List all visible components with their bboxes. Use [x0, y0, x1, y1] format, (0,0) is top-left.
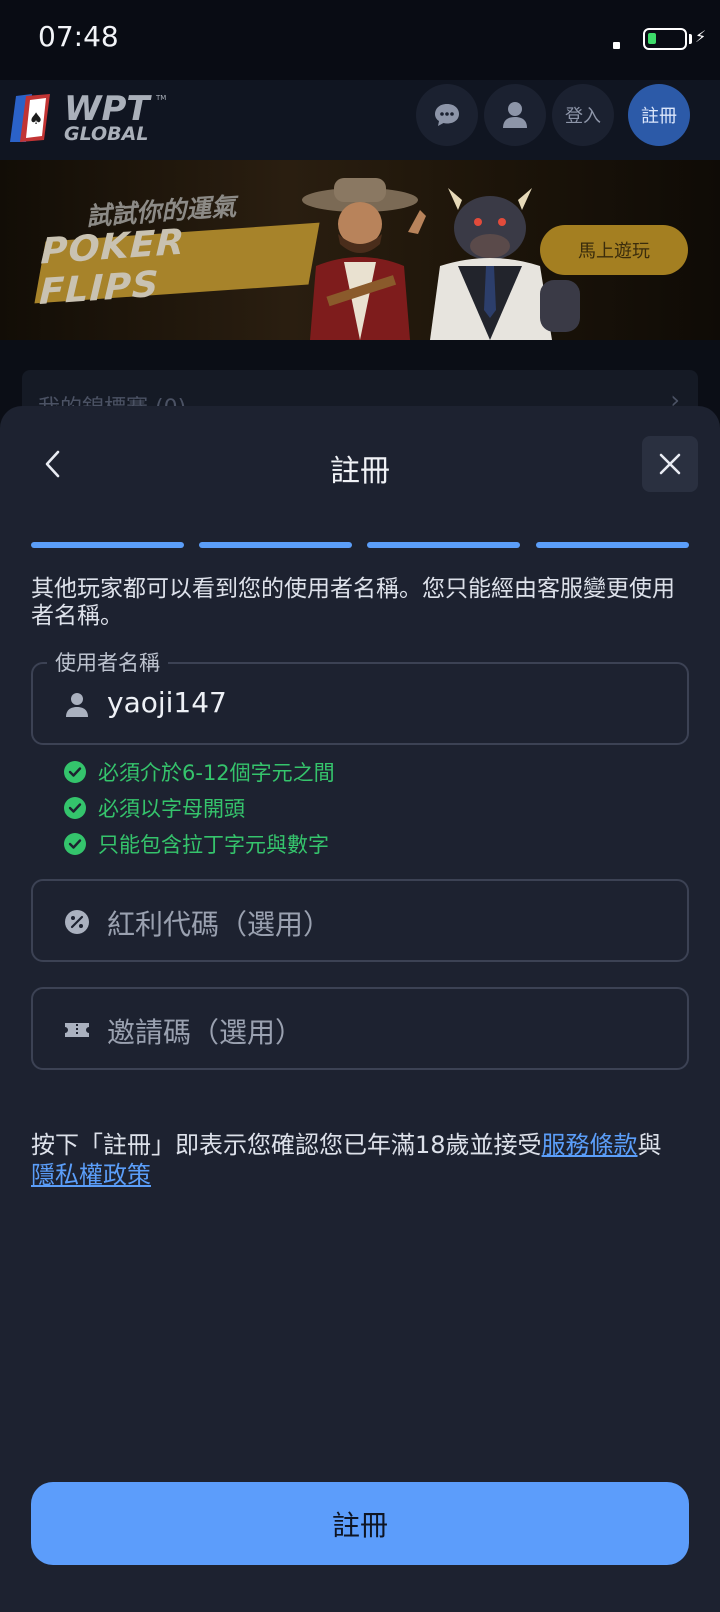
promo-banner[interactable]: 試試你的運氣 POKER FLIPS 馬上遊玩 [0, 160, 720, 340]
register-submit-label: 註冊 [331, 1508, 388, 1542]
rule-text: 必須介於6-12個字元之間 [98, 761, 335, 785]
username-hint: 其他玩家都可以看到您的使用者名稱。您只能經由客服變更使用者名稱。 [31, 576, 675, 629]
status-time: 07:48 [38, 20, 119, 53]
svg-text:TM: TM [155, 94, 166, 102]
terms-of-service-link[interactable]: 服務條款 [542, 1131, 638, 1159]
rule-item: 只能包含拉丁字元與數字 [64, 826, 335, 862]
status-bar: 07:48 ⚡ [0, 0, 720, 80]
profile-button[interactable] [484, 84, 546, 146]
bonus-code-field[interactable]: 紅利代碼（選用） [31, 879, 689, 962]
user-icon [66, 693, 88, 717]
username-rules: 必須介於6-12個字元之間 必須以字母開頭 只能包含拉丁字元與數字 [64, 754, 335, 862]
terms-joiner: 與 [637, 1131, 662, 1159]
invite-code-input[interactable]: 邀請碼（選用） [107, 1011, 303, 1051]
chat-icon [435, 104, 459, 126]
play-now-label: 馬上遊玩 [578, 241, 650, 262]
check-circle-icon [64, 797, 86, 819]
register-nav-button[interactable]: 註冊 [628, 84, 690, 146]
progress-step [199, 542, 352, 548]
register-sheet: 註冊 其他玩家都可以看到您的使用者名稱。您只能經由客服變更使用者名稱。 使用者名… [0, 406, 720, 1612]
username-field[interactable]: 使用者名稱 yaoji147 [31, 647, 689, 745]
check-circle-icon [64, 761, 86, 783]
play-now-button[interactable]: 馬上遊玩 [540, 225, 688, 275]
progress-step [536, 542, 689, 548]
battery-icon [643, 28, 687, 50]
progress-step [31, 542, 184, 548]
register-nav-label: 註冊 [641, 106, 677, 127]
close-icon [659, 453, 681, 475]
wpt-global-logo[interactable]: ♠ WPT TM GLOBAL [10, 86, 180, 150]
login-label: 登入 [565, 106, 601, 127]
percent-icon [65, 910, 89, 934]
user-icon [503, 102, 527, 128]
sheet-title: 註冊 [330, 454, 390, 489]
svg-text:GLOBAL: GLOBAL [64, 123, 148, 145]
bonus-code-input[interactable]: 紅利代碼（選用） [107, 903, 331, 943]
terms-notice: 按下「註冊」即表示您確認您已年滿18歲並接受服務條款與隱私權政策 [31, 1130, 693, 1190]
rule-item: 必須介於6-12個字元之間 [64, 754, 335, 790]
privacy-policy-link[interactable]: 隱私權政策 [31, 1161, 151, 1189]
banner-title-badge: POKER FLIPS [34, 222, 320, 313]
chat-button[interactable] [416, 84, 478, 146]
rule-text: 只能包含拉丁字元與數字 [98, 833, 329, 857]
close-button[interactable] [642, 436, 698, 492]
register-submit-button[interactable]: 註冊 [31, 1482, 689, 1565]
check-circle-icon [64, 833, 86, 855]
rule-item: 必須以字母開頭 [64, 790, 335, 826]
terms-prefix: 按下「註冊」即表示您確認您已年滿18歲並接受 [31, 1131, 542, 1159]
ticket-icon [65, 1023, 89, 1037]
rule-text: 必須以字母開頭 [98, 797, 245, 821]
progress-step [367, 542, 520, 548]
notification-dot-icon [613, 42, 620, 49]
invite-code-field[interactable]: 邀請碼（選用） [31, 987, 689, 1070]
top-nav: ♠ WPT TM GLOBAL 登入 註冊 [0, 80, 720, 160]
username-label: 使用者名稱 [47, 647, 168, 677]
svg-text:♠: ♠ [29, 109, 43, 128]
banner-title: POKER FLIPS [38, 221, 186, 313]
username-input[interactable]: yaoji147 [107, 686, 227, 719]
charging-icon: ⚡ [695, 27, 707, 46]
login-button[interactable]: 登入 [552, 84, 614, 146]
step-progress [31, 542, 689, 548]
